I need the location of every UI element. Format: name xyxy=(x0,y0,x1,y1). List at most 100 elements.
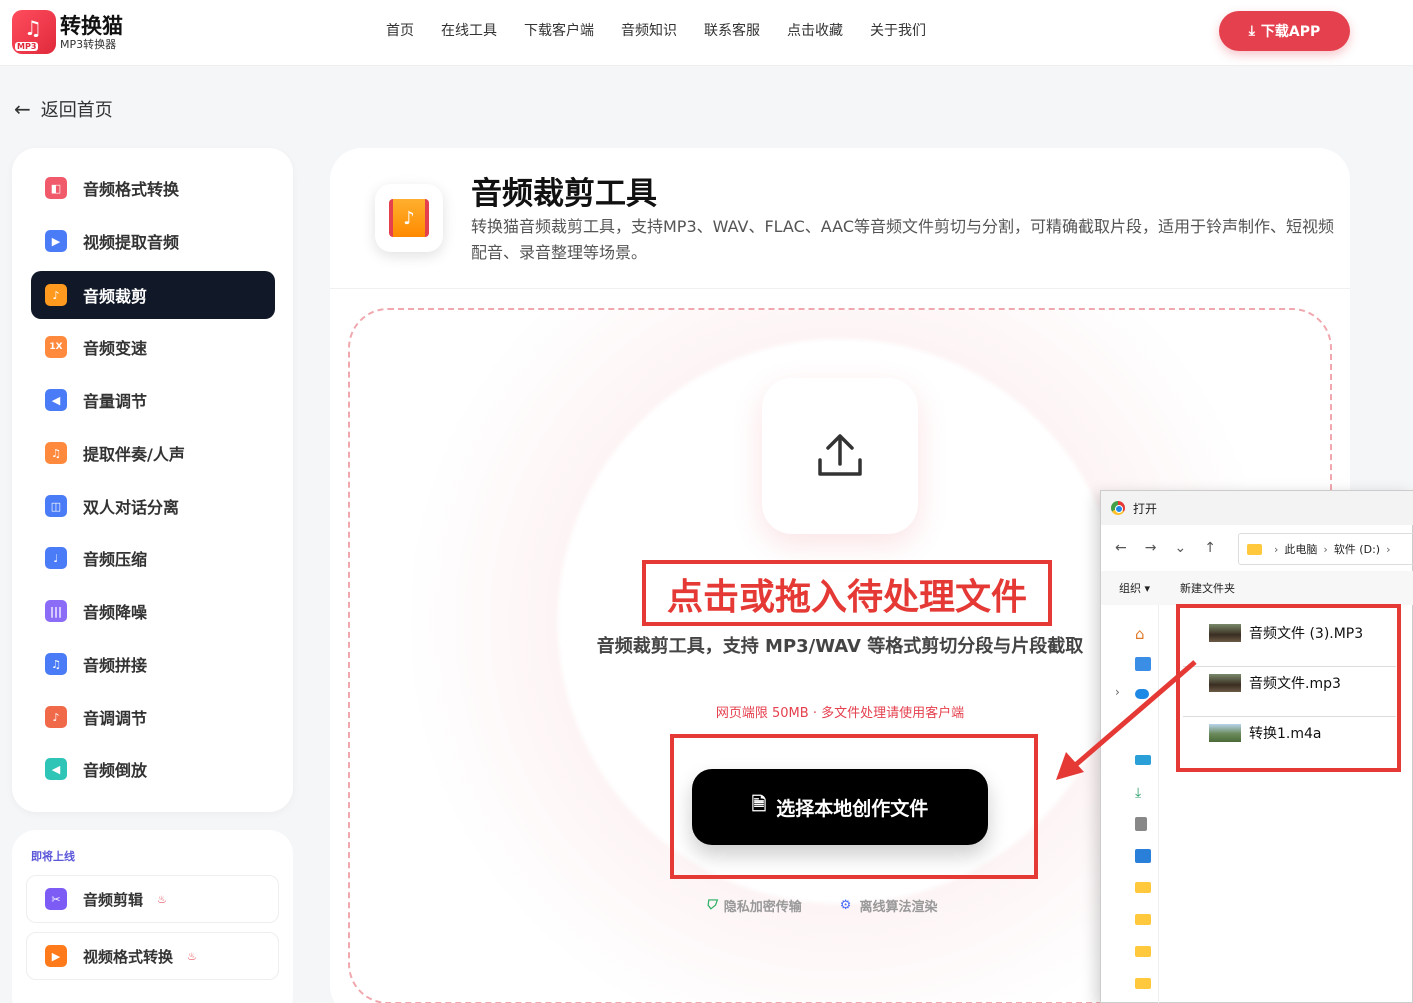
folder-icon xyxy=(1247,543,1262,555)
sidebar-item-label: 音频倒放 xyxy=(83,761,148,780)
sidebar-item-speed[interactable]: 1X 音频变速 xyxy=(31,323,275,371)
expand-chevron-icon[interactable]: › xyxy=(1115,685,1131,699)
volume-icon: ◀ xyxy=(45,389,67,411)
forward-icon[interactable]: → xyxy=(1145,540,1157,556)
logo-subtitle: MP3转换器 xyxy=(60,37,117,51)
video-convert-icon: ▶ xyxy=(45,945,67,967)
chip-icon: ⚙ xyxy=(839,898,852,913)
home-icon[interactable]: ⌂ xyxy=(1135,625,1151,643)
audio-cut-tool-icon: ♪ xyxy=(375,184,443,252)
dialog-split-icon: ◫ xyxy=(45,495,67,517)
reverse-icon: ◀ xyxy=(45,758,67,780)
nav-home[interactable]: 首页 xyxy=(386,21,414,41)
path-this-pc[interactable]: 此电脑 xyxy=(1284,541,1317,557)
upload-icon xyxy=(818,434,862,476)
sidebar-item-label: 音频格式转换 xyxy=(83,180,180,199)
organize-menu[interactable]: 组织 ▾ xyxy=(1119,580,1150,596)
back-icon[interactable]: ← xyxy=(1115,540,1127,556)
choose-file-label: 选择本地创作文件 xyxy=(776,797,929,820)
sidebar-item-label: 视频提取音频 xyxy=(83,233,180,252)
logo-badge: ♫ MP3 xyxy=(12,10,56,54)
gallery-icon[interactable] xyxy=(1135,657,1151,671)
downloads-icon[interactable]: ⤓ xyxy=(1135,785,1151,801)
folder-icon[interactable] xyxy=(1135,978,1151,989)
nav-about[interactable]: 关于我们 xyxy=(870,21,926,41)
soon-item-label: 音频剪辑 xyxy=(83,890,144,909)
logo-badge-text: MP3 xyxy=(15,42,39,51)
hot-icon: ♨ xyxy=(187,949,197,963)
folder-icon[interactable] xyxy=(1135,882,1151,893)
privacy-badge: ⛉ 隐私加密传输 xyxy=(706,898,802,915)
chevron-down-icon[interactable]: ⌄ xyxy=(1174,540,1186,556)
folder-icon[interactable] xyxy=(1135,946,1151,957)
sidebar-item-label: 音频裁剪 xyxy=(83,287,148,306)
sidebar-item-vocal-extract[interactable]: ♫ 提取伴奏/人声 xyxy=(31,429,275,477)
format-convert-icon: ◧ xyxy=(45,177,67,199)
address-bar[interactable]: › 此电脑 › 软件 (D:) › xyxy=(1238,533,1413,565)
download-app-button[interactable]: ⤓ 下载APP xyxy=(1219,11,1350,51)
download-app-label: 下载APP xyxy=(1260,24,1321,40)
nav-audio-knowledge[interactable]: 音频知识 xyxy=(621,21,677,41)
sidebar-item-label: 音频降噪 xyxy=(83,603,148,622)
chrome-icon xyxy=(1111,501,1125,515)
onedrive-icon[interactable] xyxy=(1135,689,1149,699)
coming-soon-panel: 即将上线 ✂ 音频剪辑 ♨ ▶ 视频格式转换 ♨ xyxy=(12,830,293,1003)
back-home-link[interactable]: ← 返回首页 xyxy=(14,96,113,122)
merge-icon: ♫ xyxy=(45,653,67,675)
new-folder-button[interactable]: 新建文件夹 xyxy=(1180,580,1235,596)
sidebar-item-reverse[interactable]: ◀ 音频倒放 xyxy=(31,745,275,793)
main-nav: 首页 在线工具 下载客户端 音频知识 联系客服 点击收藏 关于我们 xyxy=(386,21,953,41)
tool-description: 转换猫音频裁剪工具，支持MP3、WAV、FLAC、AAC等音频文件剪切与分割，可… xyxy=(471,217,1334,262)
denoise-icon: ||| xyxy=(45,600,67,622)
document-icon: 🗎 xyxy=(751,794,767,815)
sidebar-item-dialog-split[interactable]: ◫ 双人对话分离 xyxy=(31,482,275,530)
nav-download-client[interactable]: 下载客户端 xyxy=(524,21,594,41)
client-hint-text: 多文件处理请使用客户端 xyxy=(821,706,965,721)
sidebar-item-audio-cut[interactable]: ♪ 音频裁剪 xyxy=(31,271,275,319)
dropzone-title: 点击或拖入待处理文件 xyxy=(666,577,1027,618)
nav-online-tools[interactable]: 在线工具 xyxy=(441,21,497,41)
sidebar-item-merge[interactable]: ♫ 音频拼接 xyxy=(31,640,275,688)
documents-icon[interactable] xyxy=(1135,817,1147,831)
feature-badges: ⛉ 隐私加密传输 ⚙ 离线算法渲染 xyxy=(706,896,975,915)
folder-icon[interactable] xyxy=(1135,914,1151,925)
desktop-icon[interactable] xyxy=(1135,755,1151,765)
back-home-label: 返回首页 xyxy=(40,100,113,121)
dropzone-subtitle: 音频裁剪工具，支持 MP3/WAV 等格式剪切分段与片段截取 xyxy=(596,636,1084,657)
choose-file-button[interactable]: 🗎 选择本地创作文件 xyxy=(692,769,988,845)
sidebar-item-denoise[interactable]: ||| 音频降噪 xyxy=(31,587,275,635)
dialog-nav-pane: ⌂ › ⤓ xyxy=(1101,605,1159,1003)
sidebar-item-label: 音频拼接 xyxy=(83,656,148,675)
sidebar-item-format-convert[interactable]: ◧ 音频格式转换 xyxy=(31,164,275,212)
sidebar-item-label: 双人对话分离 xyxy=(83,498,180,517)
path-drive-d[interactable]: 软件 (D:) xyxy=(1334,541,1380,557)
upload-area[interactable] xyxy=(762,378,918,534)
offline-badge: ⚙ 离线算法渲染 xyxy=(839,898,938,915)
video-extract-icon: ▶ xyxy=(45,230,67,252)
pictures-icon[interactable] xyxy=(1135,849,1151,863)
up-icon[interactable]: ↑ xyxy=(1204,540,1216,556)
sidebar-item-volume[interactable]: ◀ 音量调节 xyxy=(31,376,275,424)
dialog-titlebar: 打开 xyxy=(1101,491,1413,525)
music-note-icon: ♫ xyxy=(24,16,42,40)
dialog-toolbar: 组织 ▾ 新建文件夹 xyxy=(1101,571,1413,605)
vocal-extract-icon: ♫ xyxy=(45,442,67,464)
soon-item-audio-edit[interactable]: ✂ 音频剪辑 ♨ xyxy=(26,875,279,923)
site-logo[interactable]: ♫ MP3 转换猫 MP3转换器 xyxy=(12,10,123,54)
sidebar-item-pitch[interactable]: ♪ 音调调节 xyxy=(31,693,275,741)
size-limit-text: 网页端限 50MB xyxy=(715,706,809,721)
nav-bookmark[interactable]: 点击收藏 xyxy=(787,21,843,41)
sidebar-item-label: 提取伴奏/人声 xyxy=(83,445,185,464)
soon-item-video-convert[interactable]: ▶ 视频格式转换 ♨ xyxy=(26,932,279,980)
sidebar-item-video-extract[interactable]: ▶ 视频提取音频 xyxy=(31,217,275,265)
coming-soon-title: 即将上线 xyxy=(31,850,75,863)
shield-check-icon: ⛉ xyxy=(706,898,716,913)
page-title: 音频裁剪工具 xyxy=(471,176,657,212)
divider xyxy=(330,288,1350,289)
sidebar-item-label: 音频变速 xyxy=(83,339,148,358)
sidebar-item-compress[interactable]: ♩ 音频压缩 xyxy=(31,534,275,582)
speed-icon: 1X xyxy=(45,336,67,358)
sidebar-item-label: 音频压缩 xyxy=(83,550,148,569)
compress-icon: ♩ xyxy=(45,547,67,569)
nav-contact[interactable]: 联系客服 xyxy=(704,21,760,41)
